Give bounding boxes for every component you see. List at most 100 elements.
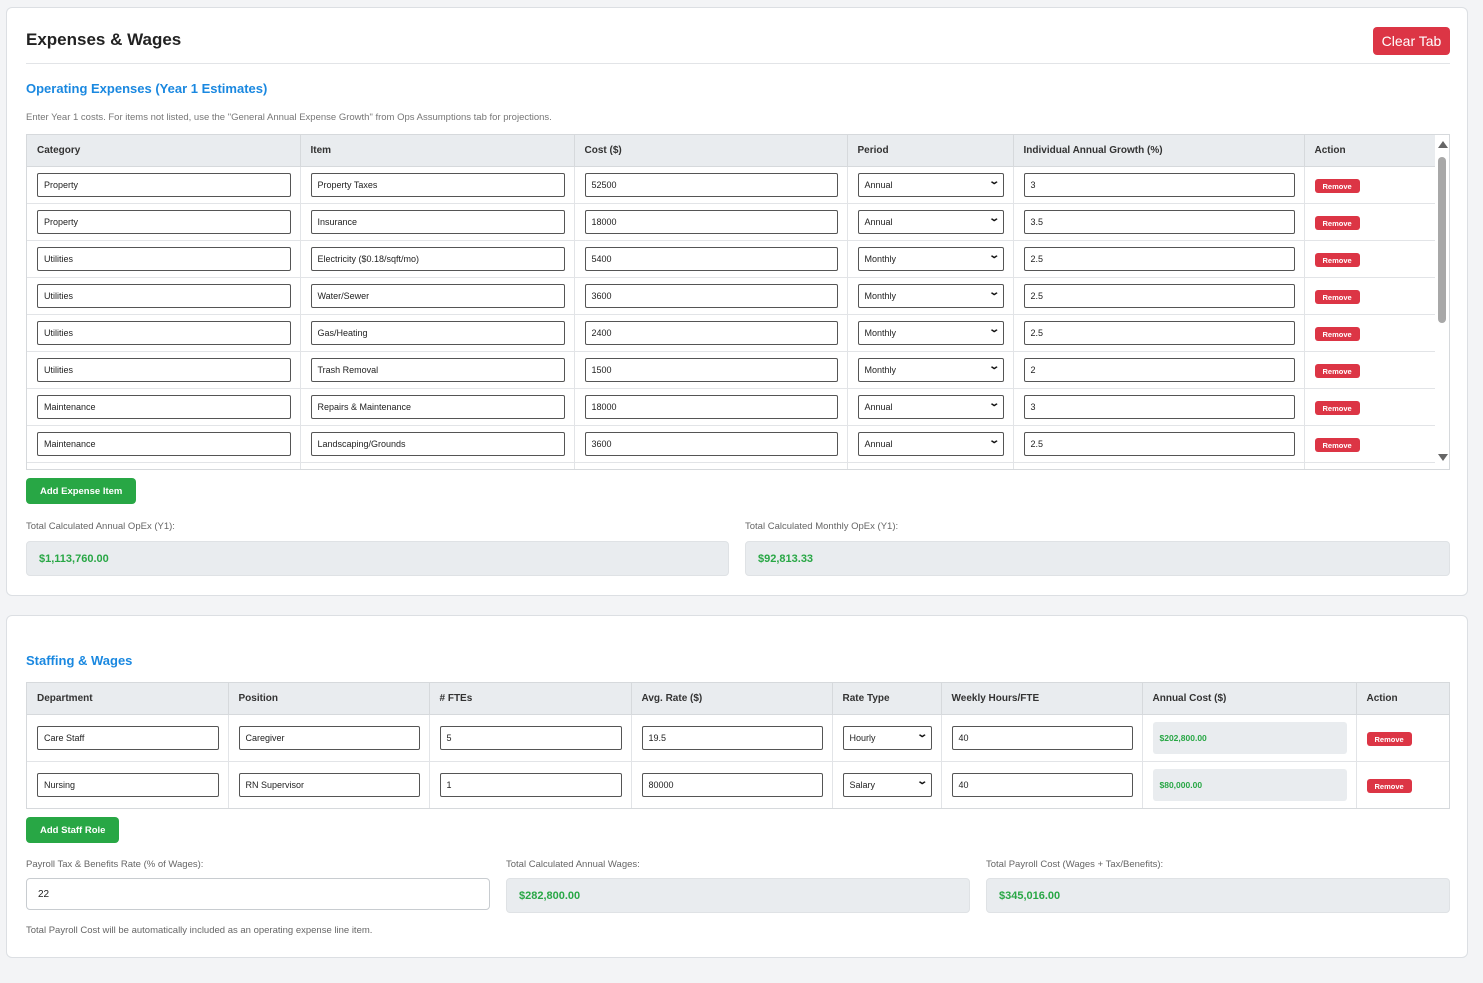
department-input[interactable]: Care Staff (37, 725, 219, 750)
cost-input[interactable]: 2400 (584, 320, 838, 345)
cost-input[interactable]: 18000 (584, 394, 838, 419)
remove-button[interactable]: Remove (1314, 438, 1360, 452)
item-input[interactable]: Trash Removal (310, 357, 565, 382)
page-title: Expenses & Wages (26, 30, 182, 49)
staffing-header-row: Department Position # FTEs Avg. Rate ($)… (27, 683, 1449, 715)
add-staff-role-button[interactable]: Add Staff Role (26, 817, 120, 843)
position-input[interactable]: RN Supervisor (238, 772, 420, 797)
scrollbar-thumb[interactable] (1438, 157, 1446, 323)
period-select[interactable]: Monthly ⌄ (857, 246, 1004, 271)
remove-button[interactable]: Remove (1366, 732, 1412, 746)
item-input[interactable]: Insurance (310, 209, 565, 234)
category-input-cell: Utilities (27, 351, 301, 389)
ftes-input[interactable]: 5 (439, 725, 622, 750)
col-position: Position (228, 683, 430, 715)
growth-input[interactable]: 3.5 (1023, 209, 1295, 234)
cost-input[interactable]: 18000 (584, 209, 838, 234)
scroll-up-arrow-icon[interactable] (1438, 141, 1448, 148)
cost-input[interactable]: 1500 (584, 357, 838, 382)
table-row: Nursing RN Supervisor 1 80000 Salary ⌄ 40 $80,0… (27, 761, 1449, 808)
chevron-down-icon: ⌄ (988, 361, 1001, 372)
remove-button[interactable]: Remove (1314, 401, 1360, 415)
item-input-cell: Electricity ($0.18/sqft/mo) (300, 240, 575, 278)
category-input-cell: Utilities (27, 314, 301, 352)
opex-scrollbar[interactable] (1435, 135, 1449, 469)
item-input[interactable]: Gas/Heating (310, 320, 565, 345)
category-input[interactable]: Utilities (37, 320, 291, 345)
period-select[interactable]: Monthly ⌄ (857, 283, 1004, 308)
remove-button[interactable]: Remove (1314, 179, 1360, 193)
payroll-footnote: Total Payroll Cost will be automatically… (26, 925, 373, 936)
remove-cell: Remove (1356, 714, 1449, 762)
category-input[interactable]: Maintenance (37, 431, 291, 456)
period-select[interactable]: Annual ⌄ (857, 431, 1004, 456)
category-input[interactable]: Utilities (37, 357, 291, 382)
clear-tab-button[interactable]: Clear Tab (1373, 27, 1450, 55)
scroll-down-arrow-icon[interactable] (1438, 454, 1448, 461)
partial-input[interactable] (37, 468, 291, 469)
category-input[interactable]: Property (37, 209, 291, 234)
opex-table: Category Item Cost ($) Period Individual… (27, 135, 1436, 469)
period-select[interactable]: Annual ⌄ (857, 209, 1004, 234)
remove-button[interactable]: Remove (1314, 216, 1360, 230)
position-input[interactable]: Caregiver (238, 725, 420, 750)
cost-input[interactable]: 3600 (584, 283, 838, 308)
partial-input[interactable] (857, 468, 1004, 469)
partial-input[interactable] (584, 468, 838, 469)
opex-table-container[interactable]: Category Item Cost ($) Period Individual… (26, 134, 1450, 470)
growth-input[interactable]: 2.5 (1023, 283, 1295, 308)
annual-cost-cell: $80,000.00 (1142, 761, 1357, 808)
growth-input[interactable]: 2 (1023, 357, 1295, 382)
growth-input[interactable]: 3 (1023, 394, 1295, 419)
period-select[interactable]: Annual ⌄ (857, 172, 1004, 197)
chevron-down-icon: ⌄ (988, 287, 1001, 298)
remove-button[interactable]: Remove (1314, 364, 1360, 378)
department-input[interactable]: Nursing (37, 772, 219, 797)
item-input[interactable]: Electricity ($0.18/sqft/mo) (310, 246, 565, 271)
add-expense-item-button[interactable]: Add Expense Item (26, 478, 137, 504)
rate-input[interactable]: 19.5 (641, 725, 823, 750)
item-input[interactable]: Water/Sewer (310, 283, 565, 308)
category-input[interactable]: Maintenance (37, 394, 291, 419)
item-input[interactable]: Property Taxes (310, 172, 565, 197)
rate-type-select[interactable]: Salary ⌄ (842, 772, 932, 797)
chevron-down-icon: ⌄ (988, 250, 1001, 261)
category-input[interactable]: Property (37, 172, 291, 197)
cost-input[interactable]: 3600 (584, 431, 838, 456)
cost-input[interactable]: 52500 (584, 172, 838, 197)
cost-input[interactable]: 5400 (584, 246, 838, 271)
period-select[interactable]: Annual ⌄ (857, 394, 1004, 419)
chevron-down-icon: ⌄ (988, 435, 1001, 446)
staffing-card: Staffing & Wages Department Position # F… (6, 615, 1468, 958)
growth-input[interactable]: 2.5 (1023, 320, 1295, 345)
partial-input[interactable] (1023, 468, 1295, 469)
item-input[interactable]: Repairs & Maintenance (310, 394, 565, 419)
category-input-cell: Property (27, 166, 301, 204)
item-input-cell: Water/Sewer (300, 277, 575, 315)
period-select[interactable]: Monthly ⌄ (857, 320, 1004, 345)
staffing-table-container: Department Position # FTEs Avg. Rate ($)… (26, 682, 1450, 809)
growth-input[interactable]: 2.5 (1023, 246, 1295, 271)
staffing-section-title: Staffing & Wages (26, 653, 133, 668)
period-select-cell: Annual ⌄ (847, 388, 1014, 426)
growth-input[interactable]: 3 (1023, 172, 1295, 197)
rate-type-select[interactable]: Hourly ⌄ (842, 725, 932, 750)
growth-input[interactable]: 2.5 (1023, 431, 1295, 456)
remove-button[interactable]: Remove (1314, 253, 1360, 267)
weekly-hours-input[interactable]: 40 (951, 772, 1133, 797)
remove-cell: Remove (1304, 314, 1436, 352)
category-input[interactable]: Utilities (37, 283, 291, 308)
rate-input[interactable]: 80000 (641, 772, 823, 797)
partial-input[interactable] (310, 468, 565, 469)
partial-cell (300, 462, 575, 469)
remove-button[interactable]: Remove (1314, 290, 1360, 304)
item-input[interactable]: Landscaping/Grounds (310, 431, 565, 456)
category-input[interactable]: Utilities (37, 246, 291, 271)
col-department: Department (27, 683, 229, 715)
remove-button[interactable]: Remove (1314, 327, 1360, 341)
payroll-rate-input[interactable]: 22 (26, 878, 490, 910)
weekly-hours-input[interactable]: 40 (951, 725, 1133, 750)
ftes-input[interactable]: 1 (439, 772, 622, 797)
period-select[interactable]: Monthly ⌄ (857, 357, 1004, 382)
remove-button[interactable]: Remove (1366, 779, 1412, 793)
